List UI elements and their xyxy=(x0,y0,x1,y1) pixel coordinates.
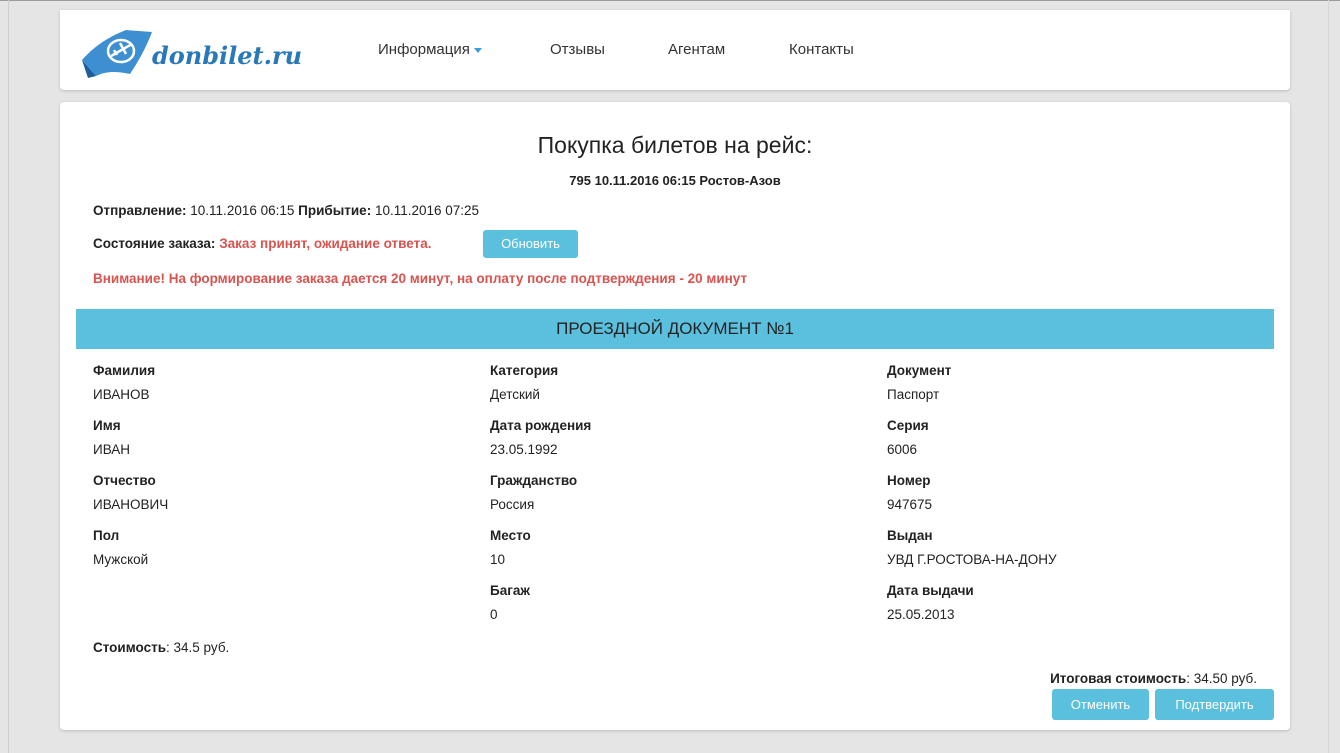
nav-info[interactable]: Информация xyxy=(378,41,482,58)
gender-label: Пол xyxy=(93,528,120,543)
departure-value: 10.11.2016 06:15 xyxy=(190,203,295,218)
category-value: Детский xyxy=(490,387,540,402)
cost-value: : 34.5 руб. xyxy=(166,640,230,655)
warning-text: Внимание! На формирование заказа дается … xyxy=(93,271,748,286)
nav-contacts[interactable]: Контакты xyxy=(789,41,854,58)
series-label: Серия xyxy=(887,418,929,433)
cancel-button[interactable]: Отменить xyxy=(1052,689,1149,720)
total-label: Итоговая стоимость xyxy=(1050,671,1187,686)
issued-by-label: Выдан xyxy=(887,528,933,543)
name-label: Имя xyxy=(93,418,121,433)
baggage-label: Багаж xyxy=(490,583,530,598)
issue-date-label: Дата выдачи xyxy=(887,583,974,598)
arrival-label: Прибытие: xyxy=(298,203,372,218)
seat-value: 10 xyxy=(490,552,506,567)
surname-label: Фамилия xyxy=(93,363,156,378)
number-label: Номер xyxy=(887,473,931,488)
page-title: Покупка билетов на рейс: xyxy=(537,132,813,158)
total-cost: Итоговая стоимость: 34.50 руб. xyxy=(1050,671,1257,686)
logo-text: donbilet.ru xyxy=(152,41,303,70)
baggage-value: 0 xyxy=(490,607,498,622)
document-value: Паспорт xyxy=(887,387,940,402)
navbar: donbilet.ru Информация Отзывы Агентам Ко… xyxy=(60,10,1290,90)
caret-down-icon xyxy=(473,47,482,53)
series-value: 6006 xyxy=(887,442,918,457)
citizenship-label: Гражданство xyxy=(490,473,578,488)
nav-info-label: Информация xyxy=(378,41,470,58)
category-label: Категория xyxy=(490,363,559,378)
birthdate-value: 23.05.1992 xyxy=(490,442,558,457)
plane-flag-icon xyxy=(82,30,152,78)
number-value: 947675 xyxy=(887,497,933,512)
site-logo[interactable]: donbilet.ru xyxy=(80,26,310,82)
gender-value: Мужской xyxy=(93,552,149,567)
top-border xyxy=(0,0,1340,1)
refresh-button[interactable]: Обновить xyxy=(483,230,578,258)
arrival-value: 10.11.2016 07:25 xyxy=(374,203,480,218)
birthdate-label: Дата рождения xyxy=(490,418,592,433)
status-line: Состояние заказа: Заказ принят, ожидание… xyxy=(93,236,431,251)
surname-value: ИВАНОВ xyxy=(93,387,150,402)
route-info: 795 10.11.2016 06:15 Ростов-Азов xyxy=(569,173,781,188)
ticket-banner: ПРОЕЗДНОЙ ДОКУМЕНТ №1 xyxy=(76,309,1274,349)
nav-agents[interactable]: Агентам xyxy=(668,41,725,58)
seat-label: Место xyxy=(490,528,531,543)
right-border xyxy=(1328,0,1329,753)
order-panel: Покупка билетов на рейс: 795 10.11.2016 … xyxy=(60,102,1290,730)
status-value: Заказ принят, ожидание ответа. xyxy=(219,236,432,251)
total-value: : 34.50 руб. xyxy=(1186,671,1257,686)
departure-label: Отправление: xyxy=(93,203,187,218)
issue-date-value: 25.05.2013 xyxy=(887,607,955,622)
schedule-line: Отправление: 10.11.2016 06:15 Прибытие: … xyxy=(93,203,479,218)
issued-by-value: УВД Г.РОСТОВА-НА-ДОНУ xyxy=(887,552,1057,567)
ticket-cost: Стоимость: 34.5 руб. xyxy=(93,640,229,655)
cost-label: Стоимость xyxy=(93,640,167,655)
document-label: Документ xyxy=(887,363,952,378)
confirm-button[interactable]: Подтвердить xyxy=(1155,689,1274,720)
nav-reviews[interactable]: Отзывы xyxy=(550,41,605,58)
patronymic-label: Отчество xyxy=(93,473,156,488)
status-label: Состояние заказа: xyxy=(93,236,216,251)
patronymic-value: ИВАНОВИЧ xyxy=(93,497,169,512)
left-border xyxy=(8,0,9,753)
citizenship-value: Россия xyxy=(490,497,535,512)
name-value: ИВАН xyxy=(93,442,131,457)
